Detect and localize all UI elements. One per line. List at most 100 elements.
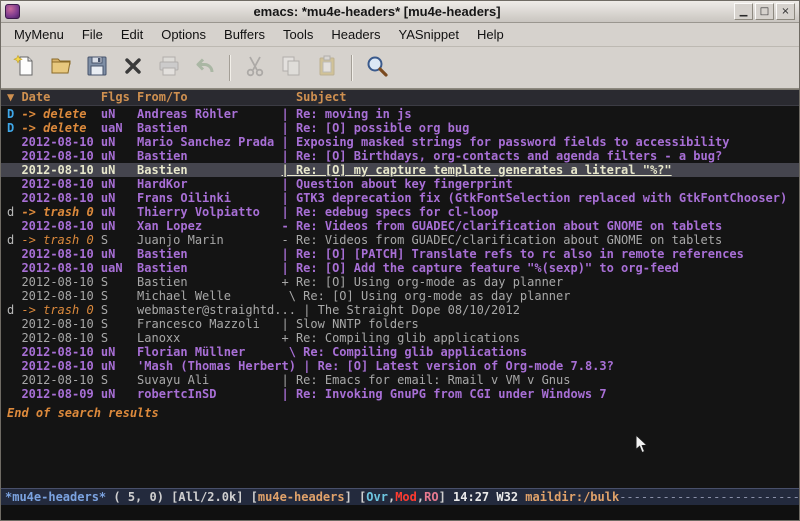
message-subject: - Re: Videos from GUADEC/clarification a… — [282, 233, 723, 247]
message-subject: | Re: [O] Birthdays, org-contacts and ag… — [282, 149, 723, 163]
message-row[interactable]: 2012-08-10uNFrans Oilinki| GTK3 deprecat… — [1, 191, 799, 205]
message-row[interactable]: 2012-08-10uNBastien| Re: [O] my capture … — [1, 163, 799, 177]
message-from: webmaster@straightd... — [137, 303, 296, 317]
message-from: Francesco Mazzoli — [137, 317, 274, 331]
message-date: -> trash 0 — [21, 303, 100, 317]
message-flags: uN — [101, 107, 137, 121]
window-title: emacs: *mu4e-headers* [mu4e-headers] — [20, 4, 734, 19]
message-row[interactable]: D -> deleteuaNBastien| Re: [O] possible … — [1, 121, 799, 135]
save-button[interactable] — [79, 51, 115, 85]
message-row[interactable]: 2012-08-10uNXan Lopez- Re: Videos from G… — [1, 219, 799, 233]
toolbar-separator — [229, 55, 231, 81]
message-date: 2012-08-10 — [21, 149, 100, 163]
message-mark — [7, 345, 21, 359]
message-subject: + Re: [O] Using org-mode as day planner — [282, 275, 564, 289]
end-of-search-results: End of search results — [1, 406, 799, 420]
message-mark — [7, 149, 21, 163]
message-row[interactable]: 2012-08-10SBastien + Re: [O] Using org-mo… — [1, 275, 799, 289]
open-file-button[interactable] — [43, 51, 79, 85]
print-button — [151, 51, 187, 85]
message-from: Bastien — [137, 149, 274, 163]
message-flags: uN — [101, 345, 137, 359]
menu-item-file[interactable]: File — [73, 24, 112, 45]
message-mark: d — [7, 303, 21, 317]
message-row[interactable]: 2012-08-10SSuvayu Ali| Re: Emacs for ema… — [1, 373, 799, 387]
menu-item-help[interactable]: Help — [468, 24, 513, 45]
menu-item-options[interactable]: Options — [152, 24, 215, 45]
message-flags: S — [101, 275, 137, 289]
open-file-icon — [49, 54, 73, 82]
menu-item-tools[interactable]: Tools — [274, 24, 322, 45]
message-row[interactable]: 2012-08-10uNFlorian Müllner \ Re: Compil… — [1, 345, 799, 359]
message-date: -> delete — [21, 121, 100, 135]
message-date: 2012-08-10 — [21, 275, 100, 289]
message-date: 2012-08-10 — [21, 219, 100, 233]
menu-item-buffers[interactable]: Buffers — [215, 24, 274, 45]
message-from: Bastien — [137, 275, 274, 289]
message-date: 2012-08-10 — [21, 317, 100, 331]
menu-bar: MyMenuFileEditOptionsBuffersToolsHeaders… — [1, 23, 799, 47]
kill-buffer-button[interactable] — [115, 51, 151, 85]
modeline-segment: maildir:/bulk — [525, 490, 619, 504]
message-flags: S — [101, 331, 137, 345]
message-row[interactable]: 2012-08-10SMichael Welle \ Re: [O] Using… — [1, 289, 799, 303]
message-from: Bastien — [137, 121, 274, 135]
cut-button — [237, 51, 273, 85]
message-mark: D — [7, 107, 21, 121]
modeline-segment: ----------------------------------------… — [619, 490, 799, 504]
message-from: Frans Oilinki — [137, 191, 274, 205]
new-file-button[interactable] — [7, 51, 43, 85]
message-date: 2012-08-10 — [21, 247, 100, 261]
mouse-cursor — [635, 434, 648, 454]
column-flags: Flgs — [101, 90, 137, 105]
print-icon — [157, 54, 181, 82]
modeline-segment: 14:27 W32 — [453, 490, 525, 504]
menu-item-edit[interactable]: Edit — [112, 24, 152, 45]
toolbar-separator — [351, 55, 353, 81]
message-row[interactable]: 2012-08-10uNBastien| Re: [O] Birthdays, … — [1, 149, 799, 163]
message-row[interactable]: d -> trash 0Swebmaster@straightd...| The… — [1, 303, 799, 317]
message-row[interactable]: d -> trash 0uNThierry Volpiatto| Re: ede… — [1, 205, 799, 219]
message-mark — [7, 317, 21, 331]
message-row[interactable]: 2012-08-10uN'Mash (Thomas Herbert)| Re: … — [1, 359, 799, 373]
message-mark: D — [7, 121, 21, 135]
menu-item-yasnippet[interactable]: YASnippet — [389, 24, 467, 45]
message-row[interactable]: 2012-08-09uNrobertcInSD| Re: Invoking Gn… — [1, 387, 799, 401]
modeline-segment: ( 5, 0) [All/2.0k] — [106, 490, 251, 504]
message-row[interactable]: D -> deleteuNAndreas Röhler| Re: moving … — [1, 107, 799, 121]
message-subject: | Re: Invoking GnuPG from CGI under Wind… — [282, 387, 607, 401]
message-from: Suvayu Ali — [137, 373, 274, 387]
message-row[interactable]: 2012-08-10uNBastien| Re: [O] [PATCH] Tra… — [1, 247, 799, 261]
message-from: Lanoxx — [137, 331, 274, 345]
message-subject: | Re: [O] my capture template generates … — [282, 163, 672, 177]
menu-item-headers[interactable]: Headers — [322, 24, 389, 45]
message-flags: S — [101, 317, 137, 331]
search-button[interactable] — [359, 51, 395, 85]
message-row[interactable]: d -> trash 0SJuanjo Marin- Re: Videos fr… — [1, 233, 799, 247]
message-row[interactable]: 2012-08-10uaNBastien| Re: [O] Add the ca… — [1, 261, 799, 275]
message-subject: \ Re: [O] Using org-mode as day planner — [282, 289, 571, 303]
message-flags: uN — [101, 163, 137, 177]
message-from: Xan Lopez — [137, 219, 274, 233]
message-flags: uN — [101, 191, 137, 205]
echo-area[interactable] — [1, 505, 799, 520]
message-mark — [7, 261, 21, 275]
paste-icon — [315, 54, 339, 82]
minimize-button[interactable]: ▁ — [734, 3, 753, 20]
message-row[interactable]: 2012-08-10uNMario Sanchez Prada| Exposin… — [1, 135, 799, 149]
message-date: 2012-08-10 — [21, 135, 100, 149]
close-button[interactable]: × — [776, 3, 795, 20]
message-flags: S — [101, 233, 137, 247]
message-row[interactable]: 2012-08-10uNHardKor| Question about key … — [1, 177, 799, 191]
window-controls: ▁□× — [734, 3, 795, 20]
message-date: 2012-08-10 — [21, 261, 100, 275]
message-row[interactable]: 2012-08-10SFrancesco Mazzoli| Slow NNTP … — [1, 317, 799, 331]
message-list: D -> deleteuNAndreas Röhler| Re: moving … — [1, 106, 799, 488]
message-subject: | GTK3 deprecation fix (GtkFontSelection… — [282, 191, 788, 205]
message-mark — [7, 289, 21, 303]
maximize-button[interactable]: □ — [755, 3, 774, 20]
message-row[interactable]: 2012-08-10SLanoxx+ Re: Compiling glib ap… — [1, 331, 799, 345]
undo-icon — [193, 54, 217, 82]
message-flags: S — [101, 373, 137, 387]
menu-item-mymenu[interactable]: MyMenu — [5, 24, 73, 45]
